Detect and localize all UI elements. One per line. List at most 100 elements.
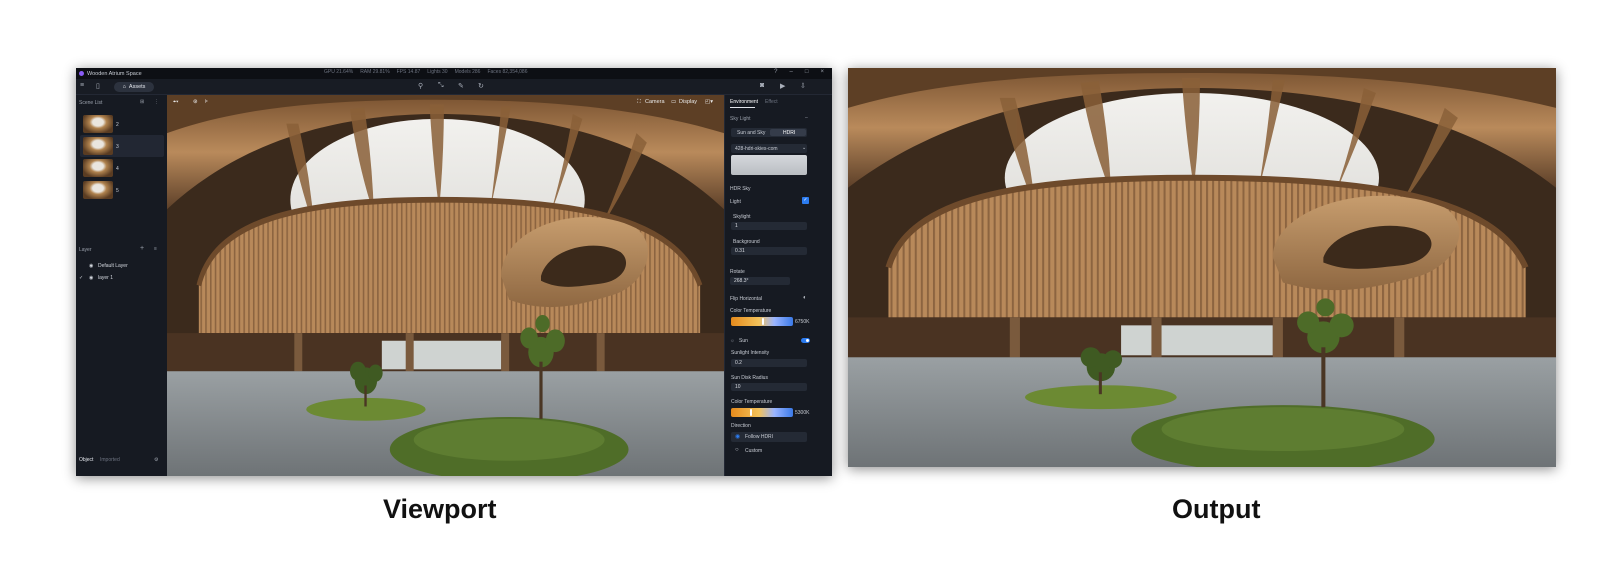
tab-effect[interactable]: Effect xyxy=(765,99,778,105)
pin-icon[interactable]: ⚲ xyxy=(418,82,423,90)
maximize-icon[interactable]: □ xyxy=(805,69,809,75)
light-label: Light xyxy=(730,199,741,205)
scene-thumbnail[interactable] xyxy=(83,115,113,133)
stat-models: Models 286 xyxy=(454,69,481,75)
settings-icon[interactable]: ⚙ xyxy=(154,457,158,463)
sun-icon: ☼ xyxy=(730,338,735,344)
scene-label: 3 xyxy=(116,144,119,150)
camera-label[interactable]: Camera xyxy=(645,99,665,105)
app-window: Wooden Atrium Space GPU 21.64% RAM 29.81… xyxy=(76,68,832,476)
direction-label: Direction xyxy=(731,423,751,429)
help-icon[interactable]: ? xyxy=(774,69,777,75)
scene-label: 4 xyxy=(116,166,119,172)
display-label[interactable]: Display xyxy=(679,99,697,105)
layer-title: Layer xyxy=(79,247,92,253)
skylight-input[interactable]: 1 xyxy=(731,222,807,230)
display-icon[interactable]: ▭ xyxy=(671,99,676,105)
color-temperature-value: 6750K xyxy=(795,319,810,325)
title-bar: Wooden Atrium Space GPU 21.64% RAM 29.81… xyxy=(76,68,832,79)
add-scene-icon[interactable]: ⊞ xyxy=(140,99,144,105)
minimize-icon[interactable]: – xyxy=(790,69,793,75)
left-panel: Scene List ⊞ ⋮ 2 3 4 5 Layer + ≡ ◉ Defau… xyxy=(76,95,168,476)
color-temperature-label: Color Temperature xyxy=(730,308,772,314)
eye-icon[interactable]: ◉ xyxy=(89,263,93,269)
eye-icon[interactable]: ◉ xyxy=(89,275,93,281)
collapse-icon[interactable]: – xyxy=(805,115,808,121)
performance-stats: GPU 21.64% RAM 29.81% FPS 14.87 Lights 3… xyxy=(324,69,527,75)
viewport-render[interactable] xyxy=(167,95,724,476)
more-icon[interactable]: ⋮ xyxy=(154,99,159,105)
sun-color-temperature-slider[interactable] xyxy=(731,408,793,417)
radio-unselected-icon[interactable]: ○ xyxy=(735,447,739,453)
output-render xyxy=(848,68,1556,467)
tab-imported[interactable]: Imported xyxy=(100,457,120,463)
sun-toggle[interactable] xyxy=(801,338,810,343)
skylight-label: Skylight xyxy=(733,214,751,220)
stat-faces: Faces 82,354,086 xyxy=(487,69,528,75)
layer-menu-icon[interactable]: ≡ xyxy=(154,246,157,252)
add-layer-icon[interactable]: + xyxy=(140,245,144,252)
assets-button[interactable]: ⌂ Assets xyxy=(114,82,154,92)
rotate-icon[interactable]: ↻ xyxy=(478,82,484,90)
color-temperature-slider[interactable] xyxy=(731,317,793,326)
transform-icon[interactable]: ⌖▾ xyxy=(173,99,178,106)
tab-environment[interactable]: Environment xyxy=(730,99,758,105)
viewport-caption: Viewport xyxy=(383,494,497,524)
environment-panel: Environment Effect Sky Light – Sun and S… xyxy=(724,95,832,476)
layer-item[interactable]: Default Layer xyxy=(98,263,128,269)
sunlight-intensity-label: Sunlight Intensity xyxy=(731,350,770,356)
view-options-icon[interactable]: ◰▾ xyxy=(705,99,713,105)
active-check-icon: ✓ xyxy=(79,275,84,281)
scene-thumbnail[interactable] xyxy=(83,159,113,177)
close-icon[interactable]: × xyxy=(820,69,824,75)
rotate-input[interactable]: 268.3° xyxy=(730,277,790,285)
background-label: Background xyxy=(733,239,760,245)
stat-lights: Lights 30 xyxy=(427,69,448,75)
custom-option[interactable]: Custom xyxy=(745,448,762,454)
scene-label: 5 xyxy=(116,188,119,194)
camera-icon[interactable]: ⛶ xyxy=(637,99,641,106)
background-input[interactable]: 0.31 xyxy=(731,247,807,255)
flip-horizontal-label: Flip Horizontal xyxy=(730,296,762,302)
scene-thumbnail[interactable] xyxy=(83,181,113,199)
snap-icon[interactable]: ⊛ xyxy=(193,99,198,105)
stat-ram: RAM 29.81% xyxy=(360,69,390,75)
stat-fps: FPS 14.87 xyxy=(396,69,421,75)
follow-hdri-option[interactable]: Follow HDRI xyxy=(745,434,773,440)
output-image xyxy=(848,68,1556,467)
video-icon[interactable]: ▶ xyxy=(780,82,785,90)
hdri-name: 428-hdri-skies-com xyxy=(735,146,778,152)
main-toolbar: ≡ ▯ ⌂ Assets ⚲ ⤡ ✎ ↻ ◙ ▶ ⇩ xyxy=(76,79,832,95)
sunlight-intensity-input[interactable]: 0.2 xyxy=(731,359,807,367)
sun-disk-radius-label: Sun Disk Radius xyxy=(731,375,768,381)
contrast-icon[interactable]: ◐ xyxy=(803,295,807,301)
scene-list-title: Scene List xyxy=(79,100,103,106)
export-icon[interactable]: ⇩ xyxy=(800,82,806,90)
menu-icon[interactable]: ≡ xyxy=(80,82,84,89)
slider-handle[interactable] xyxy=(749,409,752,416)
hdr-sky-title: HDR Sky xyxy=(730,186,751,192)
app-logo-icon xyxy=(79,71,84,76)
hdri-preview[interactable] xyxy=(731,155,807,175)
brush-icon[interactable]: ✎ xyxy=(458,82,464,90)
assets-label: Assets xyxy=(128,84,146,90)
window-title: Wooden Atrium Space xyxy=(87,70,142,77)
chevron-down-icon: ⌄ xyxy=(802,145,807,151)
align-icon[interactable]: ⊧ xyxy=(205,99,208,105)
hdri-option[interactable]: HDRI xyxy=(783,130,795,136)
output-caption: Output xyxy=(1172,494,1261,524)
slider-handle[interactable] xyxy=(762,318,764,325)
new-file-icon[interactable]: ▯ xyxy=(96,82,100,90)
scene-thumbnail[interactable] xyxy=(83,137,113,155)
sun-color-temperature-value: 5300K xyxy=(795,410,810,416)
3d-viewport[interactable]: ⌖▾ ⊛ ⊧ ⛶ Camera ▭ Display ◰▾ xyxy=(167,95,724,476)
layer-item[interactable]: layer 1 xyxy=(98,275,113,281)
sun-and-sky-option[interactable]: Sun and Sky xyxy=(737,130,765,136)
radio-selected-icon[interactable]: ◉ xyxy=(735,433,740,440)
screenshot-icon[interactable]: ◙ xyxy=(760,82,764,89)
measure-icon[interactable]: ⤡ xyxy=(438,82,444,90)
light-checkbox[interactable]: ✓ xyxy=(802,197,809,204)
tab-object[interactable]: Object xyxy=(79,457,93,463)
active-tab-underline xyxy=(730,107,755,108)
sun-disk-radius-input[interactable]: 10 xyxy=(731,383,807,391)
